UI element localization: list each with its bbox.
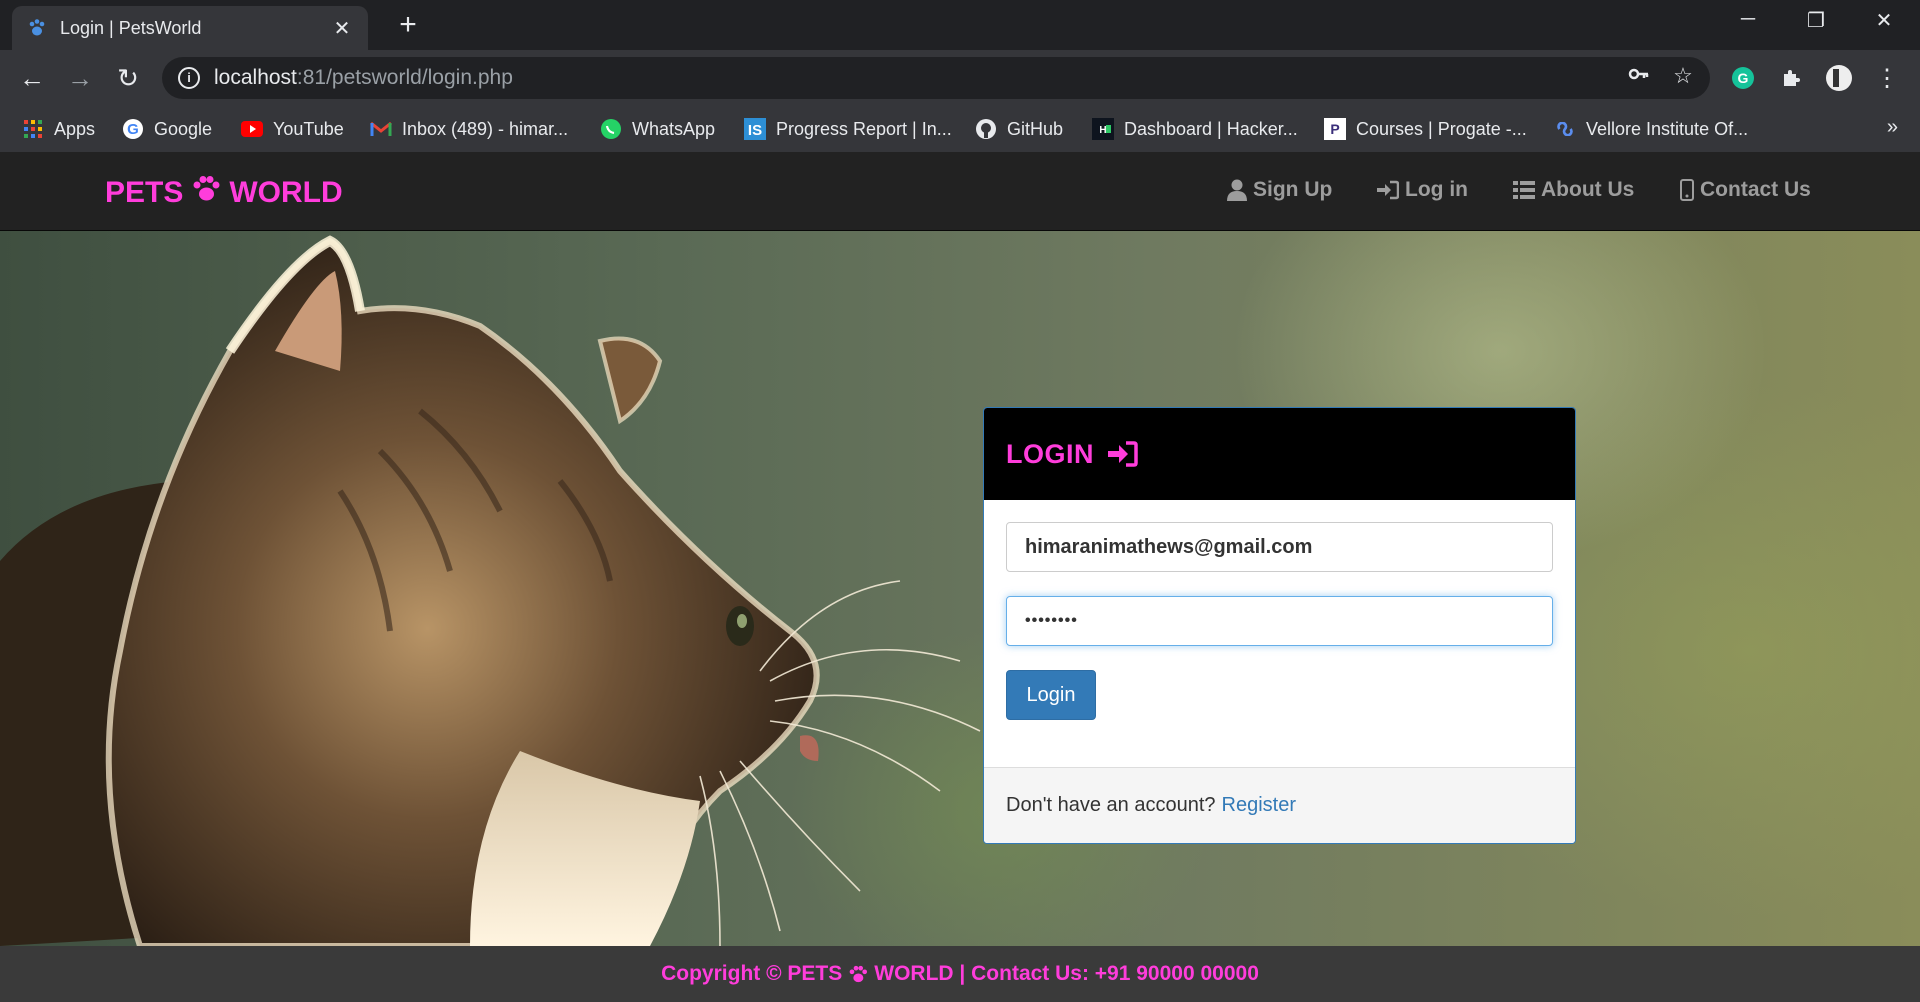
hackerrank-icon: H [1092,118,1114,140]
minimize-icon[interactable]: ─ [1728,8,1768,31]
svg-text:P: P [1330,121,1339,137]
whatsapp-icon [600,118,622,140]
progate-icon: P [1324,118,1346,140]
gmail-icon [370,118,392,140]
login-icon [1108,440,1138,468]
bookmark-star-icon[interactable]: ☆ [1668,63,1698,89]
register-link[interactable]: Register [1222,794,1296,817]
bookmark-vit[interactable]: Vellore Institute Of... [1554,116,1748,142]
apps-grid-icon [22,118,44,140]
url-path: :81/petsworld/login.php [296,66,513,89]
browser-tabstrip: Login | PetsWorld ✕ + ─ ❐ ✕ [0,0,1920,50]
bookmark-label: Google [154,118,213,139]
url-host: localhost [214,66,297,89]
login-panel-footer: Don't have an account? Register [984,767,1575,843]
bookmark-label: Vellore Institute Of... [1586,118,1749,139]
nav-label: Contact Us [1700,178,1811,201]
password-field[interactable]: •••••••• [1006,596,1553,646]
back-icon[interactable]: ← [14,60,50,96]
bookmark-github[interactable]: GitHub [975,116,1063,142]
footer-copyright-text: Copyright © PETS [661,962,843,985]
bookmark-label: Dashboard | Hacker... [1124,118,1298,139]
paw-icon [848,965,868,984]
mobile-icon [1680,179,1694,201]
bookmark-label: GitHub [1007,118,1064,139]
address-bar[interactable]: i localhost:81/petsworld/login.php ☆ [162,57,1710,99]
nav-contact-us[interactable]: Contact Us [1680,178,1811,202]
site-navbar: PETS WORLD Sign Up Log in About Us Conta… [0,152,1920,231]
svg-text:H: H [1099,125,1106,136]
bookmark-label: WhatsApp [632,118,716,139]
bookmarks-bar: Apps G Google YouTube Inbox (489) - hima… [0,106,1920,152]
bookmark-google[interactable]: G Google [122,116,212,142]
bookmark-progate[interactable]: P Courses | Progate -... [1324,116,1527,142]
bookmark-label: Courses | Progate -... [1356,118,1527,139]
extensions-puzzle-icon[interactable] [1776,63,1806,93]
brand-left: PETS [105,176,184,209]
nav-about-us[interactable]: About Us [1513,178,1634,202]
site-info-icon[interactable]: i [178,67,200,89]
bookmark-hackerrank[interactable]: H Dashboard | Hacker... [1092,116,1298,142]
paw-icon [191,175,221,211]
svg-text:G: G [127,121,139,138]
browser-toolbar: ← → ↻ i localhost:81/petsworld/login.php… [0,50,1920,106]
login-button[interactable]: Login [1006,670,1096,720]
forward-icon[interactable]: → [62,60,98,96]
brand-logo[interactable]: PETS WORLD [105,175,343,211]
close-tab-icon[interactable]: ✕ [330,16,354,41]
youtube-icon [241,118,263,140]
bookmark-youtube[interactable]: YouTube [241,116,344,142]
bookmark-label: Apps [54,118,96,139]
nav-sign-up[interactable]: Sign Up [1227,178,1332,202]
reload-icon[interactable]: ↻ [110,60,146,96]
profile-avatar-icon[interactable] [1824,63,1854,93]
login-icon [1377,180,1399,200]
svg-text:IS: IS [748,122,762,139]
grammarly-icon[interactable]: G [1728,63,1758,93]
bookmark-gmail[interactable]: Inbox (489) - himar... [370,116,568,142]
bookmark-apps[interactable]: Apps [22,116,95,142]
key-icon[interactable] [1624,63,1654,91]
bookmark-label: Progress Report | In... [776,118,952,139]
hero-background: LOGIN himaranimathews@gmail.com ••••••••… [0,231,1920,946]
login-panel-header: LOGIN [984,408,1575,500]
list-icon [1513,180,1535,200]
nav-label: About Us [1541,178,1635,201]
brand-right: WORLD [229,176,343,209]
close-window-icon[interactable]: ✕ [1864,8,1904,33]
cat-photo [0,235,981,946]
progress-report-icon: IS [744,118,766,140]
login-form: himaranimathews@gmail.com •••••••• Login [984,500,1575,768]
footer-contact-text: WORLD | Contact Us: +91 90000 00000 [874,962,1259,985]
bookmark-whatsapp[interactable]: WhatsApp [600,116,715,142]
paw-favicon-icon [26,17,48,39]
no-account-text: Don't have an account? [1006,794,1216,816]
nav-log-in[interactable]: Log in [1377,178,1468,202]
google-icon: G [122,118,144,140]
bookmarks-overflow-icon[interactable]: » [1887,116,1898,139]
bookmark-progress-report[interactable]: IS Progress Report | In... [744,116,952,142]
github-icon [975,118,997,140]
tab-title: Login | PetsWorld [60,17,202,38]
svg-text:G: G [1738,70,1749,86]
site-footer: Copyright © PETS WORLD | Contact Us: +91… [0,946,1920,1002]
restore-icon[interactable]: ❐ [1796,8,1836,33]
bookmark-label: YouTube [273,118,344,139]
vit-icon [1554,118,1576,140]
user-icon [1227,179,1247,201]
nav-label: Sign Up [1253,178,1333,201]
browser-menu-icon[interactable]: ⋮ [1872,63,1902,93]
login-panel: LOGIN himaranimathews@gmail.com ••••••••… [983,407,1576,844]
bookmark-label: Inbox (489) - himar... [402,118,569,139]
login-title: LOGIN [1006,438,1094,469]
browser-tab[interactable]: Login | PetsWorld ✕ [12,6,368,50]
nav-label: Log in [1405,178,1468,201]
new-tab-icon[interactable]: + [392,10,424,40]
email-field[interactable]: himaranimathews@gmail.com [1006,522,1553,572]
